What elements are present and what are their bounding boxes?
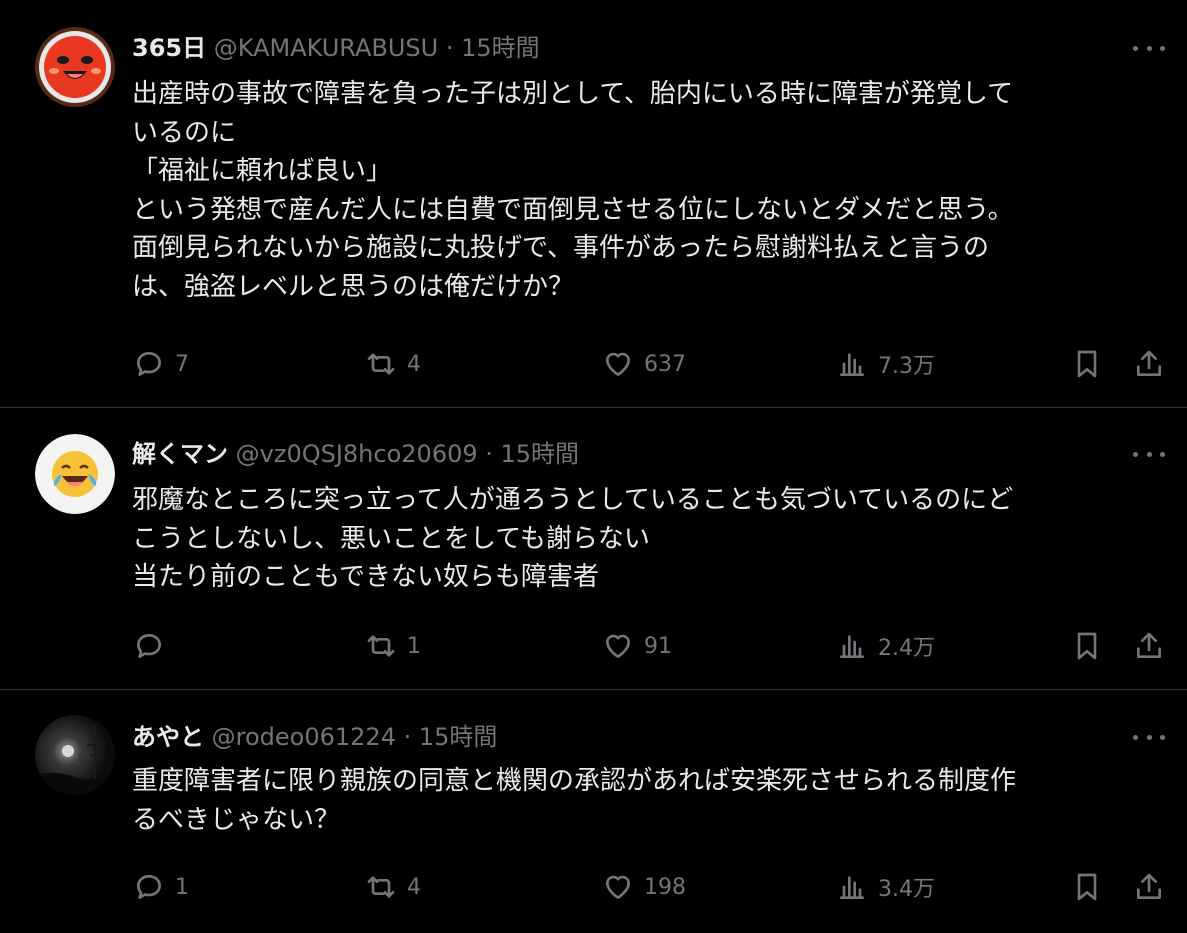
handle[interactable]: @vz0QSJ8hco20609	[236, 440, 478, 468]
bookmark-icon	[1077, 632, 1097, 660]
display-name[interactable]: 365日	[132, 34, 206, 62]
separator: ·	[438, 34, 462, 62]
reply-count: 1	[175, 874, 189, 900]
red-face-mascot-icon	[35, 27, 115, 107]
share-button[interactable]	[1133, 344, 1165, 384]
bookmark-icon	[1077, 350, 1097, 378]
retweet-icon	[367, 876, 395, 898]
more-icon[interactable]	[1133, 727, 1165, 747]
more-icon[interactable]	[1133, 444, 1165, 464]
avatar[interactable]	[35, 434, 115, 514]
handle[interactable]: @KAMAKURABUSU	[214, 34, 438, 62]
timestamp[interactable]: 15時間	[419, 723, 498, 751]
bookmark-icon	[1077, 873, 1097, 901]
tweet[interactable]: 365日 @KAMAKURABUSU · 15時間 出産時の事故で障害を負った子…	[0, 0, 1187, 408]
retweet-button[interactable]: 4	[365, 867, 421, 907]
bookmark-button[interactable]	[1071, 626, 1103, 666]
tweet-header: 365日 @KAMAKURABUSU · 15時間	[132, 31, 540, 65]
display-name[interactable]: あやと	[132, 723, 204, 751]
views-icon	[840, 635, 864, 658]
reply-button[interactable]	[133, 626, 175, 666]
tweet-header: あやと @rodeo061224 · 15時間	[132, 720, 497, 754]
like-count: 637	[644, 351, 686, 377]
retweet-button[interactable]: 1	[365, 626, 421, 666]
tweet-actions: 7 4 637 7.3万	[0, 344, 1187, 384]
avatar[interactable]	[35, 27, 115, 107]
bookmark-button[interactable]	[1071, 867, 1103, 907]
separator: ·	[477, 440, 501, 468]
reply-icon	[137, 875, 161, 899]
views-icon	[840, 353, 864, 376]
like-count: 91	[644, 633, 672, 659]
laughing-tears-emoji	[35, 434, 115, 514]
share-button[interactable]	[1133, 626, 1165, 666]
like-icon	[606, 634, 630, 658]
avatar[interactable]	[35, 715, 115, 795]
retweet-count: 4	[407, 351, 421, 377]
views-icon	[840, 876, 864, 899]
tweet-text: 出産時の事故で障害を負った子は別として、胎内にいる時に障害が発覚して いるのに …	[132, 79, 1014, 302]
retweet-icon	[367, 353, 395, 375]
views-count: 7.3万	[878, 354, 935, 379]
tweet-text: 重度障害者に限り親族の同意と機関の承認があれば安楽死させられる制度作 るべきじゃ…	[132, 766, 1017, 835]
tweet-header: 解くマン @vz0QSJ8hco20609 · 15時間	[132, 437, 579, 471]
more-icon[interactable]	[1133, 38, 1165, 58]
tweet[interactable]: 解くマン @vz0QSJ8hco20609 · 15時間 邪魔なところに突っ立っ…	[0, 408, 1187, 690]
like-button[interactable]: 637	[602, 344, 686, 384]
reply-icon	[137, 634, 161, 658]
share-button[interactable]	[1133, 867, 1165, 907]
reply-icon	[137, 352, 161, 376]
like-button[interactable]: 198	[602, 867, 686, 907]
tweet-actions: 1 91 2.4万	[0, 626, 1187, 666]
share-icon	[1137, 873, 1161, 899]
views-button[interactable]: 3.4万	[836, 867, 935, 907]
tweet-text: 邪魔なところに突っ立って人が通ろうとしていることも気づいているのにど こうとしな…	[132, 485, 1014, 592]
like-count: 198	[644, 874, 686, 900]
views-button[interactable]: 2.4万	[836, 626, 935, 666]
share-icon	[1137, 632, 1161, 658]
retweet-count: 4	[407, 874, 421, 900]
bookmark-button[interactable]	[1071, 344, 1103, 384]
like-button[interactable]: 91	[602, 626, 672, 666]
like-icon	[606, 875, 630, 899]
views-count: 3.4万	[878, 877, 935, 902]
handle[interactable]: @rodeo061224	[212, 723, 396, 751]
retweet-count: 1	[407, 633, 421, 659]
share-icon	[1137, 350, 1161, 376]
reply-count: 7	[175, 351, 189, 377]
views-button[interactable]: 7.3万	[836, 344, 935, 384]
reply-button[interactable]: 7	[133, 344, 189, 384]
separator: ·	[395, 723, 419, 751]
retweet-icon	[367, 635, 395, 657]
views-count: 2.4万	[878, 636, 935, 661]
display-name[interactable]: 解くマン	[132, 440, 228, 468]
retweet-button[interactable]: 4	[365, 344, 421, 384]
tweet[interactable]: あやと @rodeo061224 · 15時間 重度障害者に限り親族の同意と機関…	[0, 690, 1187, 933]
tweet-actions: 1 4 198 3.4万	[0, 867, 1187, 907]
timestamp[interactable]: 15時間	[461, 34, 540, 62]
night-moon-photo	[35, 715, 115, 795]
reply-button[interactable]: 1	[133, 867, 189, 907]
timestamp[interactable]: 15時間	[501, 440, 580, 468]
like-icon	[606, 352, 630, 376]
